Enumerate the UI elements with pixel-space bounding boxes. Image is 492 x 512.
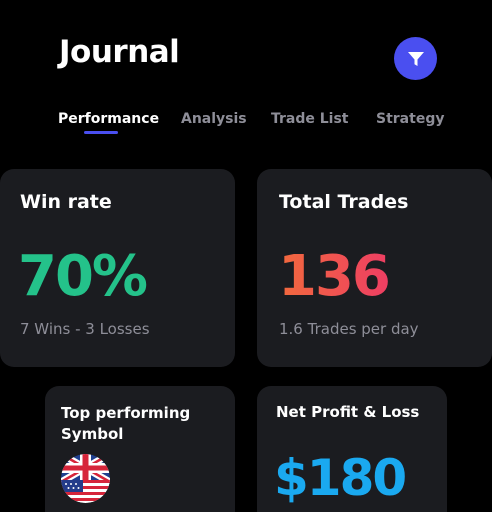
filter-button[interactable]	[394, 37, 437, 80]
uk-flag-icon	[61, 454, 110, 503]
us-flag-icon	[61, 480, 110, 503]
total-trades-title: Total Trades	[279, 191, 409, 213]
filter-icon	[407, 51, 424, 66]
active-tab-indicator	[84, 131, 118, 134]
net-pnl-value: $180	[274, 449, 407, 507]
tab-analysis[interactable]: Analysis	[181, 111, 247, 127]
top-symbol-card[interactable]: Top performing Symbol	[45, 386, 235, 512]
tab-trade-list[interactable]: Trade List	[271, 111, 349, 127]
win-loss-summary: 7 Wins - 3 Losses	[20, 320, 150, 338]
total-trades-card[interactable]: Total Trades 136 1.6 Trades per day	[257, 169, 492, 367]
page-title: Journal	[59, 34, 180, 70]
total-trades-value: 136	[278, 244, 391, 309]
net-pnl-card[interactable]: Net Profit & Loss $180	[257, 386, 447, 512]
tab-strategy[interactable]: Strategy	[376, 111, 444, 127]
top-symbol-title: Top performing Symbol	[61, 404, 191, 443]
trades-per-day: 1.6 Trades per day	[279, 320, 419, 338]
tab-performance[interactable]: Performance	[58, 111, 159, 127]
win-rate-card[interactable]: Win rate 70% 7 Wins - 3 Losses	[0, 169, 235, 367]
net-pnl-title: Net Profit & Loss	[276, 403, 420, 421]
win-rate-value: 70%	[18, 244, 148, 309]
tab-bar: Performance Analysis Trade List Strategy	[0, 111, 492, 137]
win-rate-title: Win rate	[20, 191, 112, 213]
